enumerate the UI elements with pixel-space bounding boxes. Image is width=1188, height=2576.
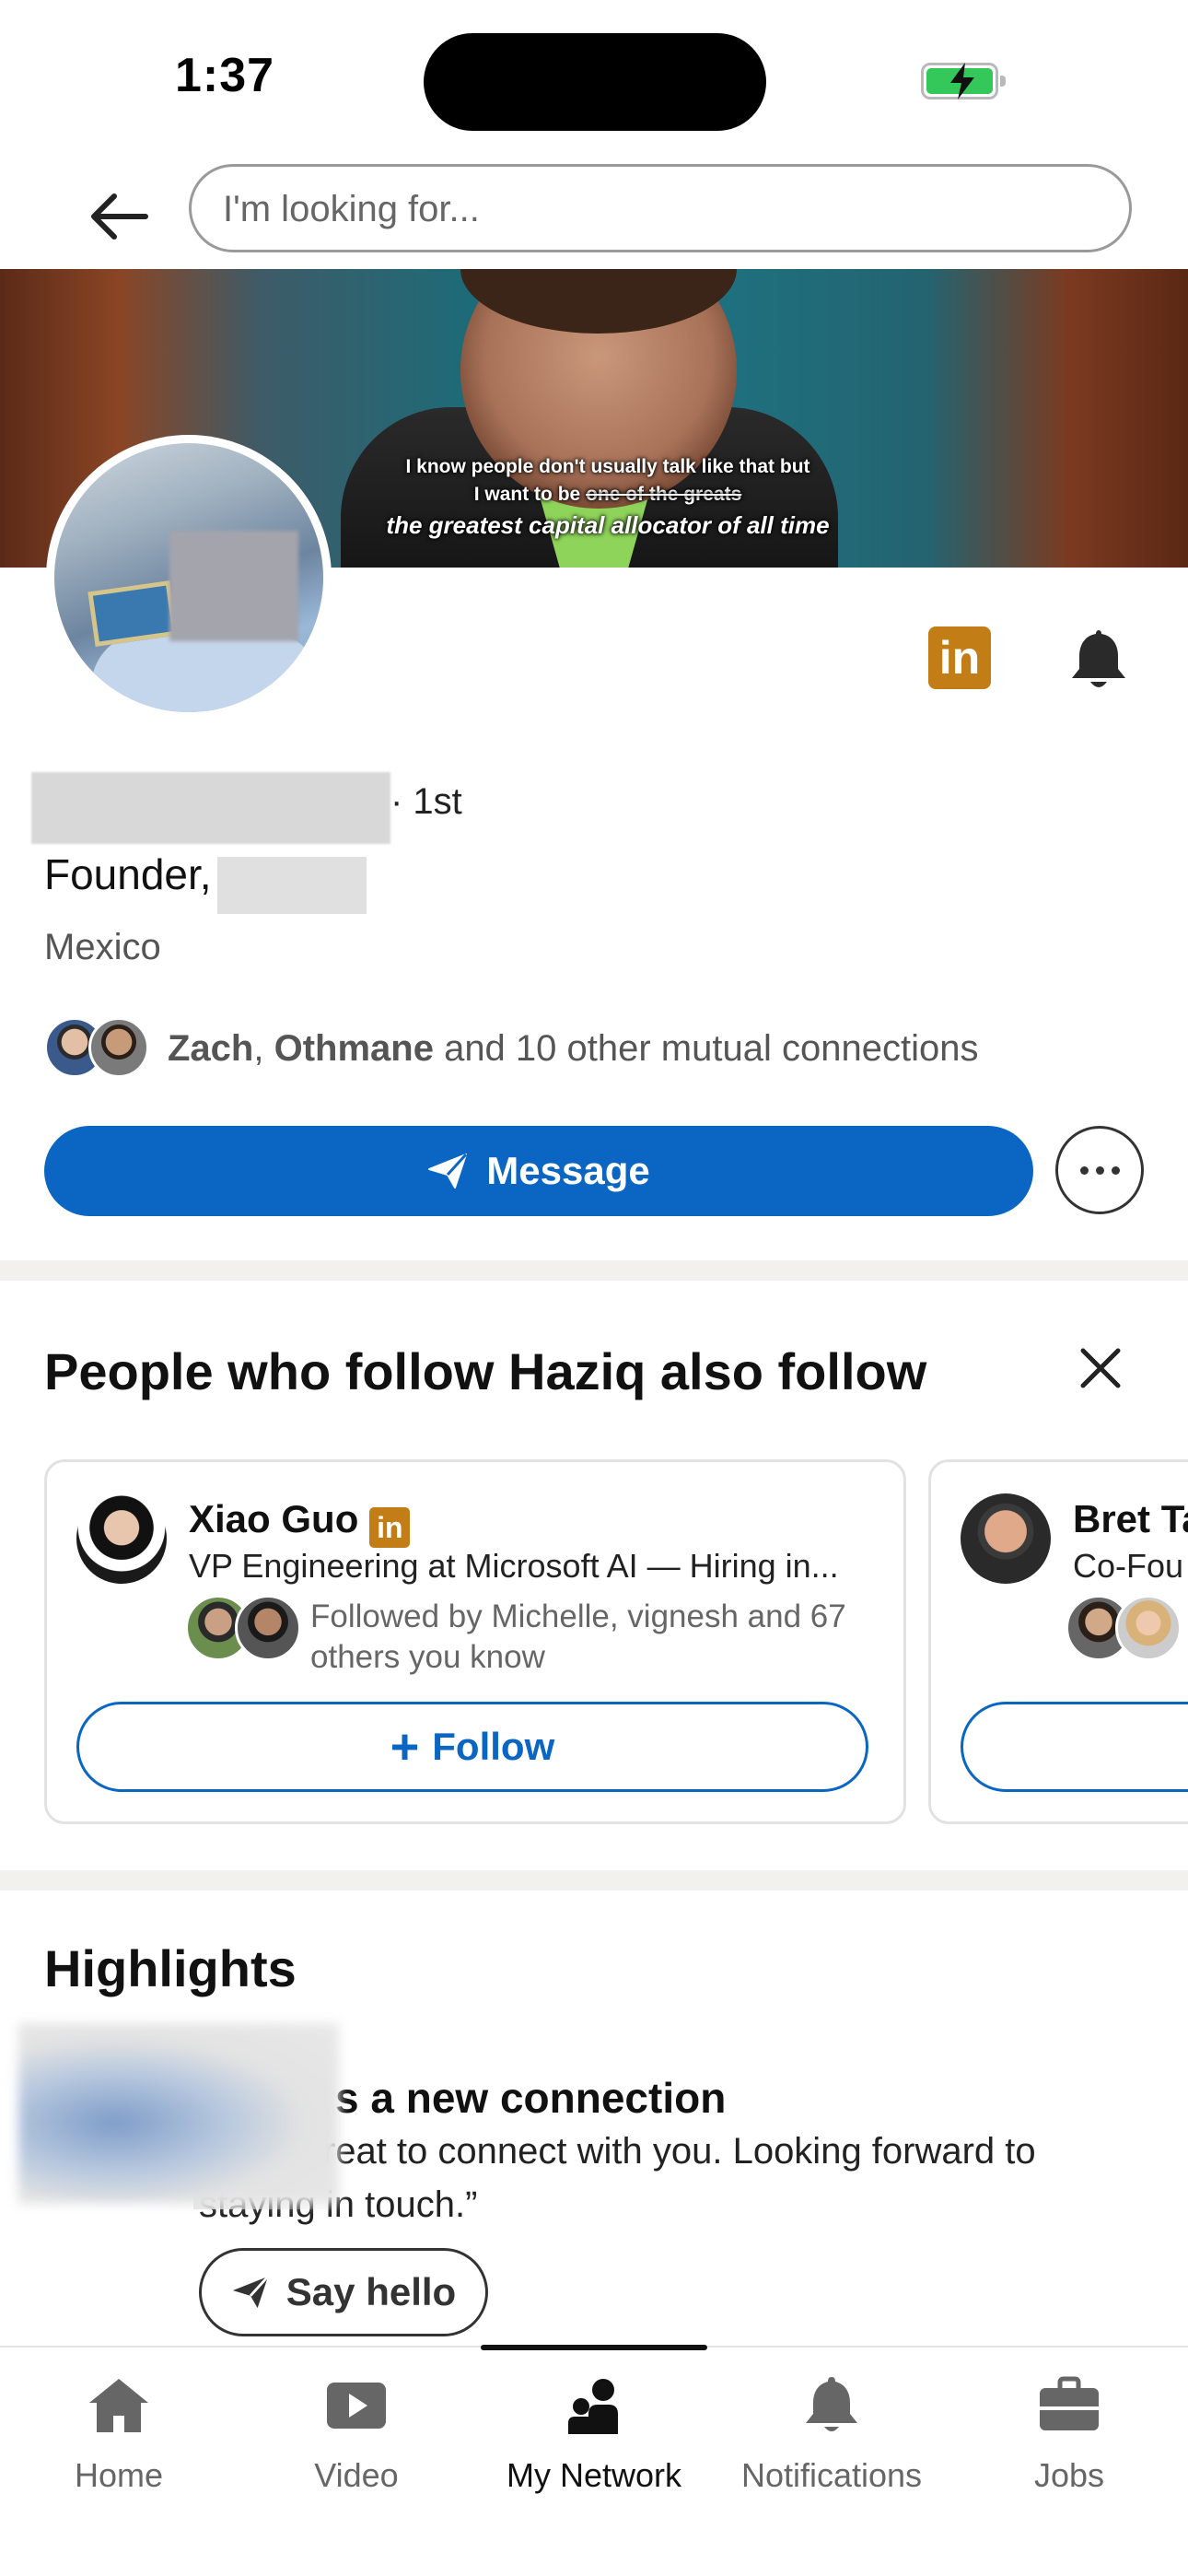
suggestion-avatar — [961, 1493, 1051, 1584]
follow-suggestion-card[interactable]: Bret Ta Co-Fou — [928, 1459, 1188, 1824]
follow-button[interactable]: + Follow — [76, 1702, 868, 1792]
suggestion-name: Bret Ta — [1073, 1497, 1188, 1540]
send-icon — [232, 2275, 269, 2309]
search-header — [0, 164, 1188, 269]
banner-caption-line3: the greatest capital allocator of all ti… — [386, 511, 830, 539]
profile-headline: Founder, — [44, 850, 212, 898]
headline-redaction — [217, 857, 367, 914]
linkedin-premium-icon[interactable]: in — [928, 626, 991, 689]
profile-avatar[interactable] — [46, 435, 332, 720]
follower-avatar — [235, 1595, 301, 1661]
notification-bell-icon[interactable] — [1068, 626, 1129, 691]
mutual-connections-text: Zach, Othmane and 10 other mutual connec… — [168, 1028, 979, 1069]
nav-label: Notifications — [740, 2456, 923, 2494]
suggestion-headline: VP Engineering at Microsoft AI — Hiring … — [189, 1547, 839, 1585]
nav-video[interactable]: Video — [238, 2348, 475, 2513]
message-button[interactable]: Message — [44, 1126, 1033, 1216]
name-redaction — [31, 772, 390, 844]
nav-label: Home — [74, 2456, 164, 2494]
nav-label: Jobs — [1033, 2456, 1105, 2494]
nav-notifications[interactable]: Notifications — [713, 2348, 950, 2513]
briefcase-icon — [1040, 2376, 1099, 2430]
status-time: 1:37 — [175, 49, 275, 102]
dot — [1079, 1165, 1089, 1175]
banner-caption: I know people don't usually talk like th… — [332, 453, 884, 542]
status-bar: 1:37 — [0, 0, 1188, 157]
banner-caption-line2: I want to be one of the greats — [473, 484, 742, 505]
nav-home[interactable]: Home — [0, 2348, 238, 2513]
plus-icon: + — [390, 1719, 420, 1774]
follow-button[interactable] — [961, 1702, 1188, 1792]
nav-label: Video — [314, 2456, 399, 2494]
highlight-card-title: s a new connection — [335, 2074, 727, 2122]
nav-jobs[interactable]: Jobs — [950, 2348, 1188, 2513]
profile-location: Mexico — [44, 927, 161, 967]
nav-label: My Network — [506, 2456, 682, 2494]
connection-degree: · 1st — [390, 781, 462, 822]
more-options-button[interactable] — [1055, 1126, 1144, 1214]
back-arrow-icon[interactable] — [87, 184, 151, 249]
nav-my-network[interactable]: My Network — [475, 2348, 713, 2513]
say-hello-button[interactable]: Say hello — [199, 2248, 488, 2336]
message-button-label: Message — [486, 1149, 650, 1192]
follow-button-label: Follow — [432, 1725, 555, 1768]
suggestion-headline: Co-Fou — [1073, 1547, 1184, 1585]
home-icon — [89, 2379, 148, 2432]
search-input[interactable] — [223, 189, 1052, 230]
send-icon — [428, 1153, 468, 1188]
dot — [1111, 1165, 1120, 1175]
follow-suggestion-card[interactable]: Xiao Guo in VP Engineering at Microsoft A… — [44, 1459, 906, 1824]
bottom-navigation: Home Video My Network Notifications Jobs — [0, 2345, 1188, 2576]
mutual-connections[interactable]: Zach, Othmane and 10 other mutual connec… — [44, 1013, 1149, 1080]
follower-avatar — [1115, 1595, 1182, 1661]
battery-icon — [921, 63, 1006, 100]
video-icon — [327, 2383, 386, 2429]
close-icon[interactable] — [1074, 1341, 1127, 1395]
suggestion-name: Xiao Guo in — [189, 1497, 411, 1548]
bell-icon — [806, 2377, 857, 2431]
profile-name-row: · 1st — [31, 772, 584, 846]
also-follow-title: People who follow Haziq also follow — [44, 1342, 927, 1400]
section-divider — [0, 1260, 1188, 1281]
my-network-icon — [568, 2379, 618, 2434]
avatar-redaction — [169, 531, 298, 641]
dot — [1095, 1165, 1104, 1175]
say-hello-label: Say hello — [285, 2270, 457, 2313]
suggestion-avatar — [76, 1493, 167, 1584]
followed-by-text: Followed by Michelle, vignesh and 67 oth… — [310, 1598, 846, 1675]
dynamic-island — [424, 33, 766, 131]
mutual-avatar — [88, 1017, 149, 1078]
banner-caption-line1: I know people don't usually talk like th… — [405, 456, 810, 477]
followed-by-avatars — [1066, 1595, 1188, 1663]
search-bar[interactable] — [189, 164, 1132, 252]
followed-by-avatars — [185, 1595, 305, 1663]
highlights-title: Highlights — [44, 1939, 297, 1997]
linkedin-premium-icon: in — [369, 1507, 411, 1548]
section-divider — [0, 1870, 1188, 1891]
highlight-avatar-redaction — [18, 2023, 339, 2204]
